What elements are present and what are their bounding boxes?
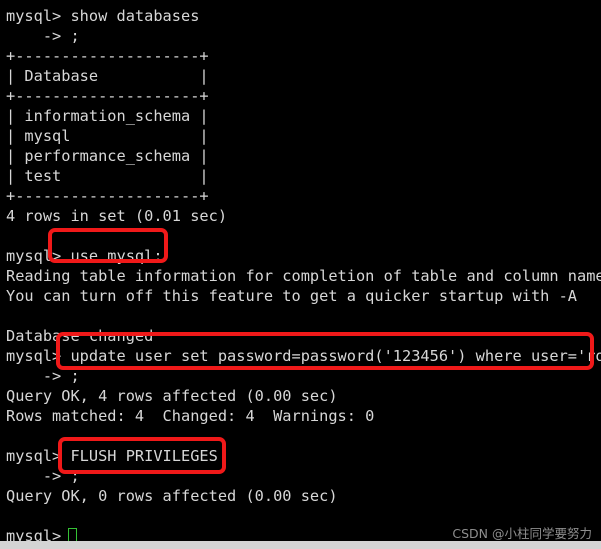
terminal-line: | performance_schema | — [6, 147, 209, 165]
terminal-line: mysql> FLUSH PRIVILEGES — [6, 447, 218, 465]
terminal-line: Query OK, 4 rows affected (0.00 sec) — [6, 387, 338, 405]
terminal-line: -> ; — [6, 27, 80, 45]
terminal-line: mysql> update user set password=password… — [6, 347, 601, 365]
terminal-line: Query OK, 0 rows affected (0.00 sec) — [6, 487, 338, 505]
terminal-line: +--------------------+ — [6, 187, 209, 205]
bottom-strip — [0, 541, 601, 549]
terminal-line: mysql> use mysql; — [6, 247, 163, 265]
terminal-line: Database changed — [6, 327, 154, 345]
terminal-line: | test | — [6, 167, 209, 185]
terminal-line: -> ; — [6, 467, 80, 485]
terminal-output[interactable]: mysql> show databases -> ; +------------… — [0, 0, 601, 545]
terminal-line: mysql> show databases — [6, 7, 200, 25]
terminal-line: +--------------------+ — [6, 87, 209, 105]
terminal-line: Reading table information for completion… — [6, 267, 601, 285]
screenshot-root: mysql> show databases -> ; +------------… — [0, 0, 601, 549]
terminal-line: 4 rows in set (0.01 sec) — [6, 207, 228, 225]
watermark-label: CSDN @小柱同学要努力 — [452, 526, 592, 541]
terminal-line: +--------------------+ — [6, 47, 209, 65]
terminal-line: You can turn off this feature to get a q… — [6, 287, 577, 305]
terminal-line: | Database | — [6, 67, 209, 85]
terminal-line: Rows matched: 4 Changed: 4 Warnings: 0 — [6, 407, 375, 425]
terminal-line: -> ; — [6, 367, 80, 385]
terminal-line: | mysql | — [6, 127, 209, 145]
terminal-line: | information_schema | — [6, 107, 209, 125]
